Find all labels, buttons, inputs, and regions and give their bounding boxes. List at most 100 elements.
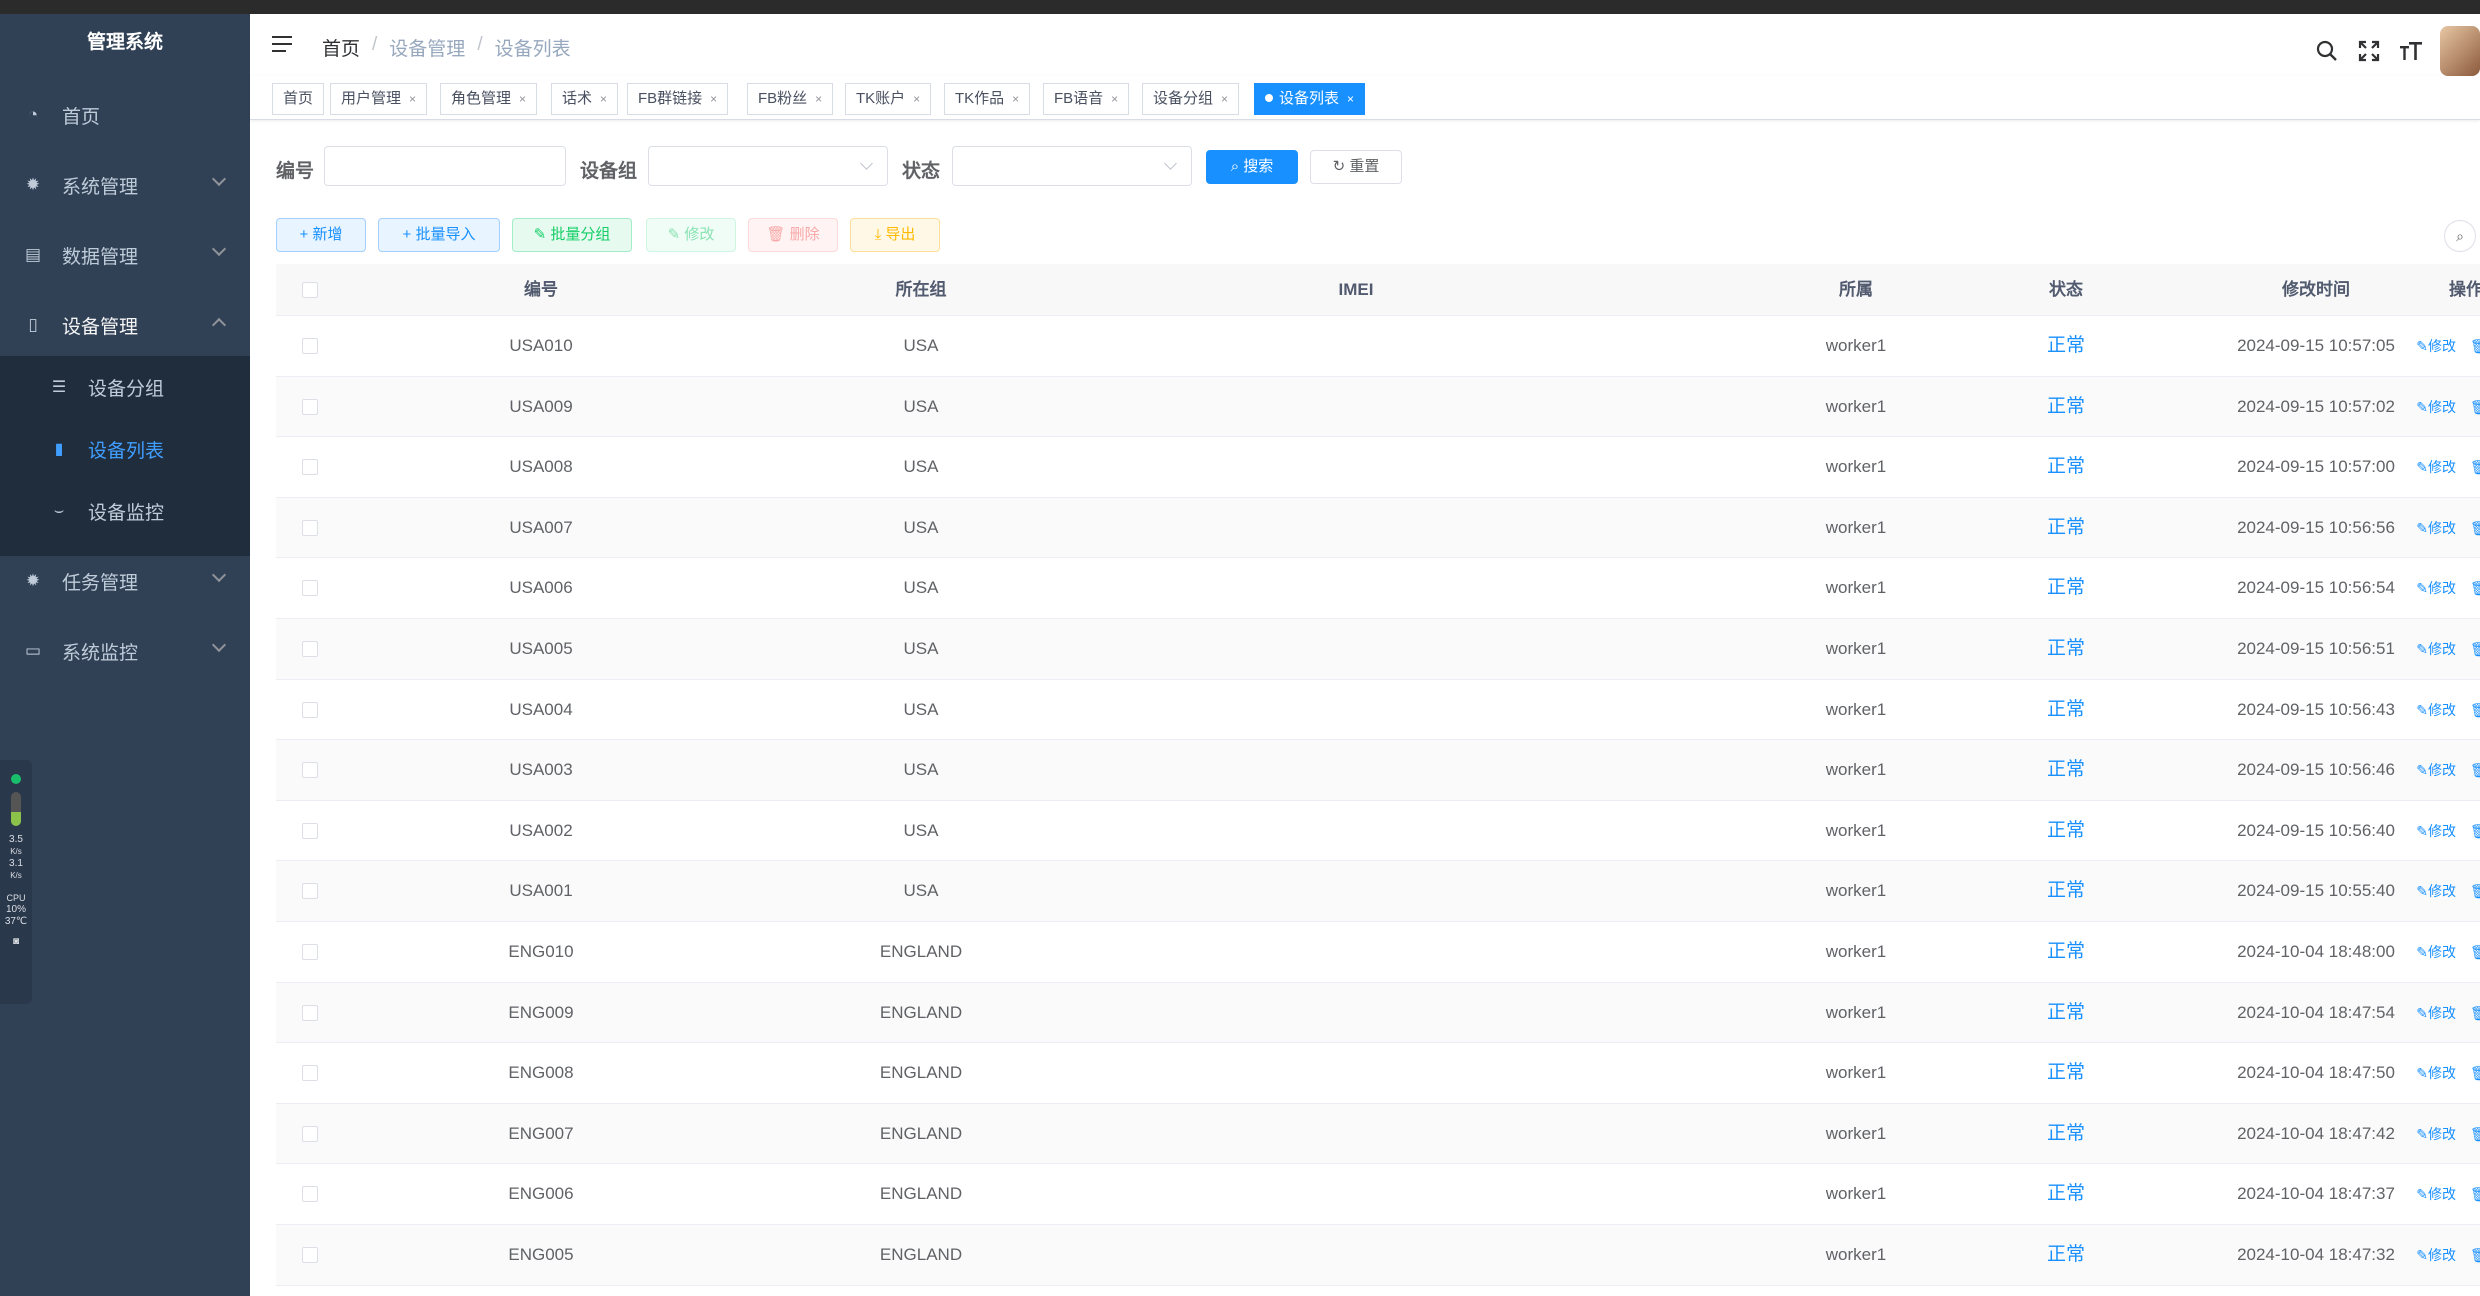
- sidebar-subitem-device-group[interactable]: ☰ 设备分组: [0, 356, 250, 418]
- table-row[interactable]: USA006 USA worker1 正常 2024-09-15 10:56:54 ✎修改…: [276, 558, 2480, 619]
- close-icon[interactable]: ×: [1111, 92, 1118, 106]
- tag-fb-group-link[interactable]: FB群链接 ×: [627, 83, 729, 115]
- row-delete-button[interactable]: 🗑删除: [2470, 861, 2480, 921]
- table-row[interactable]: ENG007 ENGLAND worker1 正常 2024-10-04 18:47:4…: [276, 1103, 2480, 1165]
- row-edit-button[interactable]: ✎修改: [2416, 801, 2456, 861]
- fullscreen-icon[interactable]: [2356, 38, 2382, 64]
- row-edit-button[interactable]: ✎修改: [2416, 1043, 2456, 1103]
- column-header-owner[interactable]: 所属: [1706, 264, 2006, 316]
- row-delete-button[interactable]: 🗑删除: [2470, 316, 2480, 376]
- row-checkbox[interactable]: [302, 1004, 318, 1021]
- table-row[interactable]: USA002 USA worker1 正常 2024-09-15 10:56:40 ✎修改…: [276, 801, 2480, 862]
- tag-fb-voice[interactable]: FB语音 ×: [1043, 83, 1130, 115]
- sidebar-item-monitor[interactable]: ▭ 系统监控: [0, 616, 250, 686]
- reset-button[interactable]: ↻ 重置: [1310, 150, 1402, 184]
- row-edit-button[interactable]: ✎修改: [2416, 316, 2456, 376]
- batch-group-button[interactable]: ✎ 批量分组: [512, 218, 632, 252]
- table-row[interactable]: USA004 USA worker1 正常 2024-09-15 10:56:43 ✎修改…: [276, 680, 2480, 741]
- row-edit-button[interactable]: ✎修改: [2416, 1225, 2456, 1285]
- row-edit-button[interactable]: ✎修改: [2416, 983, 2456, 1043]
- row-delete-button[interactable]: 🗑删除: [2470, 922, 2480, 982]
- tag-device-group[interactable]: 设备分组 ×: [1142, 83, 1240, 115]
- column-header-code[interactable]: 编号: [416, 264, 666, 316]
- row-checkbox[interactable]: [302, 943, 318, 960]
- row-checkbox[interactable]: [302, 883, 318, 900]
- table-row[interactable]: USA007 USA worker1 正常 2024-09-15 10:56:56 ✎修改…: [276, 497, 2480, 559]
- row-delete-button[interactable]: 🗑删除: [2470, 437, 2480, 497]
- row-checkbox[interactable]: [302, 459, 318, 476]
- table-row[interactable]: ENG006 ENGLAND worker1 正常 2024-10-04 18:47:3…: [276, 1164, 2480, 1225]
- row-edit-button[interactable]: ✎修改: [2416, 558, 2456, 618]
- row-edit-button[interactable]: ✎修改: [2416, 680, 2456, 740]
- close-icon[interactable]: ×: [409, 92, 416, 106]
- row-delete-button[interactable]: 🗑删除: [2470, 377, 2480, 437]
- table-row[interactable]: ENG008 ENGLAND worker1 正常 2024-10-04 18:47:5…: [276, 1043, 2480, 1104]
- batch-import-button[interactable]: + 批量导入: [378, 218, 500, 252]
- row-delete-button[interactable]: 🗑删除: [2470, 619, 2480, 679]
- close-icon[interactable]: ×: [600, 92, 607, 106]
- close-icon[interactable]: ×: [710, 92, 717, 106]
- row-edit-button[interactable]: ✎修改: [2416, 498, 2456, 558]
- code-input[interactable]: [324, 146, 566, 186]
- tag-home[interactable]: 首页: [272, 83, 325, 115]
- row-delete-button[interactable]: 🗑删除: [2470, 498, 2480, 558]
- close-icon[interactable]: ×: [519, 92, 526, 106]
- close-icon[interactable]: ×: [913, 92, 920, 106]
- table-row[interactable]: USA009 USA worker1 正常 2024-09-15 10:57:02 ✎修改…: [276, 376, 2480, 438]
- row-checkbox[interactable]: [302, 1125, 318, 1142]
- row-checkbox[interactable]: [302, 1186, 318, 1203]
- add-button[interactable]: + 新增: [276, 218, 366, 252]
- row-delete-button[interactable]: 🗑删除: [2470, 1104, 2480, 1164]
- row-delete-button[interactable]: 🗑删除: [2470, 680, 2480, 740]
- sidebar-item-device[interactable]: ▯ 设备管理: [0, 290, 250, 360]
- row-delete-button[interactable]: 🗑删除: [2470, 1225, 2480, 1285]
- table-row[interactable]: ENG010 ENGLAND worker1 正常 2024-10-04 18:48:0…: [276, 922, 2480, 983]
- row-edit-button[interactable]: ✎修改: [2416, 437, 2456, 497]
- table-row[interactable]: USA008 USA worker1 正常 2024-09-15 10:57:00 ✎修改…: [276, 437, 2480, 498]
- row-checkbox[interactable]: [302, 1065, 318, 1082]
- tag-tk-works[interactable]: TK作品 ×: [944, 83, 1031, 115]
- row-edit-button[interactable]: ✎修改: [2416, 861, 2456, 921]
- row-checkbox[interactable]: [302, 519, 318, 536]
- font-size-icon[interactable]: [2398, 38, 2424, 64]
- sidebar-item-data[interactable]: ▤ 数据管理: [0, 220, 250, 290]
- column-header-group[interactable]: 所在组: [776, 264, 1066, 316]
- row-edit-button[interactable]: ✎修改: [2416, 619, 2456, 679]
- search-button[interactable]: ⌕ 搜索: [1206, 150, 1298, 184]
- row-checkbox[interactable]: [302, 701, 318, 718]
- row-delete-button[interactable]: 🗑删除: [2470, 558, 2480, 618]
- status-select[interactable]: [952, 146, 1192, 186]
- row-checkbox[interactable]: [302, 762, 318, 779]
- close-icon[interactable]: ×: [1012, 92, 1019, 106]
- row-checkbox[interactable]: [302, 338, 318, 354]
- system-monitor-widget[interactable]: 3.5 K/s 3.1 K/s CPU 10% 37℃ ◙: [0, 760, 32, 1004]
- table-row[interactable]: USA005 USA worker1 正常 2024-09-15 10:56:51 ✎修改…: [276, 618, 2480, 680]
- column-header-imei[interactable]: IMEI: [1156, 264, 1556, 316]
- sidebar-subitem-device-list[interactable]: ▮ 设备列表: [0, 418, 250, 480]
- close-icon[interactable]: ×: [1221, 92, 1228, 106]
- tag-device-list[interactable]: 设备列表 ×: [1254, 83, 1366, 115]
- sidebar-item-home[interactable]: ◔ 首页: [0, 80, 250, 150]
- sidebar-item-system[interactable]: ✹ 系统管理: [0, 150, 250, 220]
- row-edit-button[interactable]: ✎修改: [2416, 1164, 2456, 1224]
- tag-role-management[interactable]: 角色管理 ×: [440, 83, 538, 115]
- table-row[interactable]: ENG005 ENGLAND worker1 正常 2024-10-04 18:47:3…: [276, 1224, 2480, 1286]
- close-icon[interactable]: ×: [1347, 92, 1354, 106]
- toggle-search-button[interactable]: ⌕: [2444, 220, 2476, 252]
- close-icon[interactable]: ×: [815, 92, 822, 106]
- search-icon[interactable]: [2314, 38, 2340, 64]
- row-checkbox[interactable]: [302, 640, 318, 657]
- tag-user-management[interactable]: 用户管理 ×: [330, 83, 428, 115]
- row-delete-button[interactable]: 🗑删除: [2470, 801, 2480, 861]
- select-all-checkbox[interactable]: [302, 282, 318, 298]
- tag-script[interactable]: 话术 ×: [551, 83, 619, 115]
- row-edit-button[interactable]: ✎修改: [2416, 922, 2456, 982]
- row-checkbox[interactable]: [302, 822, 318, 839]
- table-row[interactable]: USA003 USA worker1 正常 2024-09-15 10:56:46 ✎修改…: [276, 740, 2480, 801]
- row-delete-button[interactable]: 🗑删除: [2470, 1164, 2480, 1224]
- row-edit-button[interactable]: ✎修改: [2416, 1104, 2456, 1164]
- row-edit-button[interactable]: ✎修改: [2416, 377, 2456, 437]
- table-row[interactable]: USA010 USA worker1 正常 2024-09-15 10:57:05 ✎修改…: [276, 316, 2480, 377]
- row-checkbox[interactable]: [302, 1246, 318, 1263]
- delete-button[interactable]: 🗑 删除: [748, 218, 838, 252]
